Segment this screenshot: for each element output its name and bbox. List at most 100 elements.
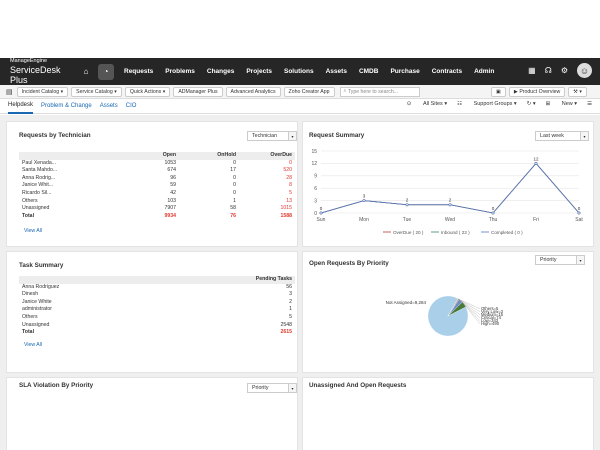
avatar[interactable]: ☺ (577, 63, 592, 78)
y-tick-label: 15 (311, 149, 317, 155)
priority-panel: Open Requests By Priority Priority ▾ Not … (302, 251, 594, 373)
refresh-icon[interactable]: ↻ ▾ (527, 101, 536, 107)
unassigned-panel: Unassigned And Open Requests (302, 377, 594, 450)
settings-icon[interactable]: ⚙ (561, 66, 568, 75)
chevron-down-icon: ▾ (288, 132, 296, 140)
tab-cio[interactable]: CIO (126, 99, 137, 114)
nav-changes[interactable]: Changes (207, 68, 234, 75)
data-label: 3 (363, 194, 366, 199)
zoho-creator-button[interactable]: Zoho Creator App (283, 86, 335, 97)
x-tick-label: Wed (445, 217, 455, 223)
search-input[interactable]: ⌕ Type here to search... (339, 86, 420, 97)
priority-pie-chart: Not Assigned=9,284Others=5Very Low=3Medi… (386, 295, 504, 337)
table-row[interactable]: administrator 1 (19, 306, 295, 314)
brand-logo[interactable]: ManageEngine ServiceDesk Plus (0, 58, 78, 85)
task-table: Pending Tasks Anna Rodriguez 56 Dinesh 3 J… (19, 276, 295, 337)
x-tick-label: Tue (403, 217, 412, 223)
support-groups-dropdown[interactable]: ☷ Support Groups ▾ (457, 101, 517, 107)
nav-cmdb[interactable]: CMDB (359, 68, 379, 75)
x-tick-label: Sun (317, 217, 326, 223)
table-row[interactable]: Others 5 (19, 314, 295, 322)
sla-panel: SLA Violation By Priority Priority ▾ (6, 377, 298, 450)
legend-label: Inbound ( 23 ) (441, 230, 470, 235)
incident-catalog-button[interactable]: Incident Catalog ▾ (16, 86, 69, 97)
legend-label: OverDue ( 20 ) (393, 230, 424, 235)
headset-icon[interactable]: ☊ (545, 66, 552, 75)
table-row[interactable]: Janice Whit... 59 0 8 (19, 182, 295, 190)
chevron-down-icon: ▾ (576, 256, 584, 264)
x-tick-label: Thu (489, 217, 498, 223)
slice-label: High=490 (481, 321, 500, 326)
request-summary-panel: Request Summary Last week ▾ 15 12 9 6 3 0 Sun Mo… (302, 121, 594, 247)
data-point (448, 203, 452, 207)
y-tick-label: 0 (314, 211, 317, 217)
table-row[interactable]: Anna Rodrig... 96 0 28 (19, 175, 295, 183)
nav-problems[interactable]: Problems (165, 68, 195, 75)
nav-projects[interactable]: Projects (246, 68, 272, 75)
table-row[interactable]: Paul Xenada... 1053 0 0 (19, 160, 295, 168)
sla-filter-select[interactable]: Priority ▾ (247, 383, 297, 393)
main-navbar: ManageEngine ServiceDesk Plus ⌂ ◔ Reques… (0, 58, 600, 85)
view-all-link[interactable]: View All (24, 228, 42, 234)
y-tick-label: 12 (311, 161, 317, 167)
nav-requests[interactable]: Requests (124, 68, 153, 75)
menu-icon[interactable]: ☰ (587, 101, 592, 107)
legend-label: Completed ( 0 ) (491, 230, 523, 235)
data-label: 0 (492, 206, 495, 211)
period-filter-select[interactable]: Last week ▾ (535, 131, 589, 141)
view-all-link[interactable]: View All (24, 342, 42, 348)
table-row[interactable]: Anna Rodriguez 56 (19, 284, 295, 292)
sidebar-toggle-icon[interactable]: ▤ (6, 88, 13, 96)
calendar-icon[interactable]: ▣ (491, 87, 506, 97)
table-row[interactable]: Unassigned 2548 (19, 322, 295, 330)
nav-contracts[interactable]: Contracts (432, 68, 462, 75)
nav-solutions[interactable]: Solutions (284, 68, 314, 75)
advanced-analytics-button[interactable]: Advanced Analytics (225, 86, 281, 97)
table-row[interactable]: Dinesh 3 (19, 291, 295, 299)
nav-menu: Requests Problems Changes Projects Solut… (124, 68, 506, 75)
chevron-down-icon: ▾ (288, 384, 296, 392)
technician-filter-select[interactable]: Technician ▾ (247, 131, 297, 141)
nav-assets[interactable]: Assets (326, 68, 347, 75)
tab-helpdesk[interactable]: Helpdesk (8, 99, 34, 114)
table-row[interactable]: Janice White 2 (19, 299, 295, 307)
data-label: 2 (449, 198, 452, 203)
technician-table: Open OnHold OverDue Paul Xenada... 1053 0 0… (19, 152, 295, 220)
admanager-button[interactable]: ADManager Plus (173, 86, 223, 97)
dashboard-icon[interactable]: ◔ (98, 63, 114, 80)
table-row[interactable]: Ricardo Sil... 42 0 5 (19, 190, 295, 198)
y-tick-label: 6 (314, 186, 317, 192)
nav-admin[interactable]: Admin (474, 68, 494, 75)
quick-actions-button[interactable]: Quick Actions ▾ (124, 86, 171, 97)
grid-icon[interactable]: ▦ (528, 66, 536, 75)
data-point (405, 203, 409, 207)
new-button[interactable]: ⊞ New ▾ (546, 101, 577, 107)
technician-panel: Requests by Technician Technician ▾ Open … (6, 121, 298, 247)
all-sites-dropdown[interactable]: ⊙ All Sites ▾ (407, 101, 447, 107)
data-point (534, 161, 538, 165)
data-point (577, 211, 581, 215)
home-icon[interactable]: ⌂ (78, 64, 94, 80)
table-row[interactable]: Santa Mahdo... 674 17 520 (19, 167, 295, 175)
service-catalog-button[interactable]: Service Catalog ▾ (71, 86, 122, 97)
tab-problem-change[interactable]: Problem & Change (41, 99, 92, 114)
priority-filter-select[interactable]: Priority ▾ (535, 255, 585, 265)
panel-title: Unassigned And Open Requests (309, 382, 407, 389)
product-overview-button[interactable]: ▶ Product Overview (508, 87, 566, 97)
tools-icon[interactable]: ⚒ ▾ (568, 87, 587, 97)
tab-assets[interactable]: Assets (100, 99, 118, 114)
table-row[interactable]: Unassigned 7907 58 1015 (19, 205, 295, 213)
panel-title: SLA Violation By Priority (19, 382, 94, 389)
y-tick-label: 3 (314, 198, 317, 204)
panel-title: Task Summary (19, 262, 64, 269)
table-row[interactable]: Others 103 1 13 (19, 198, 295, 206)
data-label: 2 (406, 198, 409, 203)
slice-label: Not Assigned=9,284 (386, 300, 427, 305)
data-label: 0 (320, 206, 323, 211)
dashboard-filters: ⊙ All Sites ▾ ☷ Support Groups ▾ ↻ ▾ ⊞ N… (397, 101, 592, 107)
table-total-row: Total 2615 (22, 329, 292, 336)
x-tick-label: Mon (359, 217, 369, 223)
table-total-row: Total 9934 76 1588 (22, 212, 292, 219)
nav-purchase[interactable]: Purchase (390, 68, 419, 75)
data-label: 0 (578, 206, 581, 211)
